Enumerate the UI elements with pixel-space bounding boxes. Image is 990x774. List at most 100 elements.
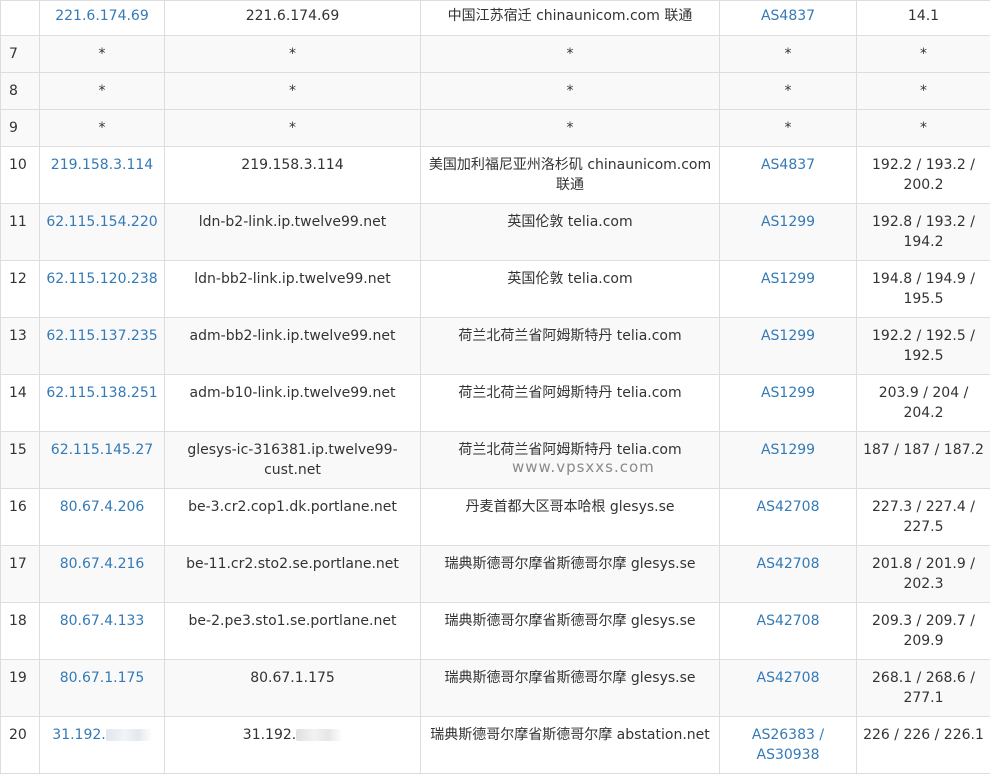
latency: 192.2 / 193.2 / 200.2: [857, 147, 990, 204]
asn-link[interactable]: AS1299: [720, 375, 857, 432]
latency: 194.8 / 194.9 / 195.5: [857, 261, 990, 318]
hostname: adm-bb2-link.ip.twelve99.net: [165, 318, 421, 375]
location: 荷兰北荷兰省阿姆斯特丹 telia.com: [421, 318, 720, 375]
ip-link[interactable]: 80.67.4.216: [40, 546, 165, 603]
asn-link: *: [720, 110, 857, 147]
hop-number: 19: [1, 660, 40, 717]
hostname: 80.67.1.175: [165, 660, 421, 717]
latency: 268.1 / 268.6 / 277.1: [857, 660, 990, 717]
table-row: 7 * * * * *: [1, 36, 990, 73]
hop-number: 14: [1, 375, 40, 432]
latency: 227.3 / 227.4 / 227.5: [857, 489, 990, 546]
latency: 187 / 187 / 187.2: [857, 432, 990, 489]
hostname: glesys-ic-316381.ip.twelve99-cust.net: [165, 432, 421, 489]
table-row: 18 80.67.4.133 be-2.pe3.sto1.se.portlane…: [1, 603, 990, 660]
asn-link[interactable]: AS1299: [720, 204, 857, 261]
asn-link[interactable]: AS1299: [720, 318, 857, 375]
hostname: 221.6.174.69: [165, 1, 421, 36]
hostname: be-2.pe3.sto1.se.portlane.net: [165, 603, 421, 660]
location: 英国伦敦 telia.com: [421, 204, 720, 261]
location: 瑞典斯德哥尔摩省斯德哥尔摩 glesys.se: [421, 546, 720, 603]
location: 瑞典斯德哥尔摩省斯德哥尔摩 glesys.se: [421, 603, 720, 660]
location: 荷兰北荷兰省阿姆斯特丹 telia.com: [421, 375, 720, 432]
location: *: [421, 73, 720, 110]
asn-link-secondary[interactable]: AS30938: [757, 747, 820, 763]
hostname: be-3.cr2.cop1.dk.portlane.net: [165, 489, 421, 546]
ip-link[interactable]: 62.115.138.251: [40, 375, 165, 432]
location: 瑞典斯德哥尔摩省斯德哥尔摩 glesys.se: [421, 660, 720, 717]
hop-number: 17: [1, 546, 40, 603]
table-row: 13 62.115.137.235 adm-bb2-link.ip.twelve…: [1, 318, 990, 375]
asn-link[interactable]: AS26383 / AS30938: [720, 717, 857, 774]
asn-link[interactable]: AS4837: [720, 147, 857, 204]
asn-link[interactable]: AS42708: [720, 660, 857, 717]
hostname: *: [165, 110, 421, 147]
hop-number: 16: [1, 489, 40, 546]
location: 丹麦首都大区哥本哈根 glesys.se: [421, 489, 720, 546]
table-row: 14 62.115.138.251 adm-b10-link.ip.twelve…: [1, 375, 990, 432]
hostname: *: [165, 73, 421, 110]
ip-link[interactable]: 221.6.174.69: [40, 1, 165, 36]
table-row: 20 31.192. 31.192. 瑞典斯德哥尔摩省斯德哥尔摩 abstati…: [1, 717, 990, 774]
hostname: 31.192.: [165, 717, 421, 774]
hostname: *: [165, 36, 421, 73]
location: 中国江苏宿迁 chinaunicom.com 联通: [421, 1, 720, 36]
location: *: [421, 110, 720, 147]
hop-number: 20: [1, 717, 40, 774]
asn-link[interactable]: AS42708: [720, 489, 857, 546]
ip-link[interactable]: 62.115.145.27: [40, 432, 165, 489]
hop-number: 8: [1, 73, 40, 110]
traceroute-table: 221.6.174.69 221.6.174.69 中国江苏宿迁 chinaun…: [0, 0, 990, 774]
ip-link[interactable]: 62.115.120.238: [40, 261, 165, 318]
asn-link: *: [720, 73, 857, 110]
asn-link[interactable]: AS1299: [720, 261, 857, 318]
latency: 201.8 / 201.9 / 202.3: [857, 546, 990, 603]
latency: 14.1: [857, 1, 990, 36]
hop-number: 10: [1, 147, 40, 204]
table-row: 12 62.115.120.238 ldn-bb2-link.ip.twelve…: [1, 261, 990, 318]
ip-link: *: [40, 110, 165, 147]
ip-link[interactable]: 219.158.3.114: [40, 147, 165, 204]
latency: 203.9 / 204 / 204.2: [857, 375, 990, 432]
table-row: 8 * * * * *: [1, 73, 990, 110]
hop-number: 7: [1, 36, 40, 73]
hostname: be-11.cr2.sto2.se.portlane.net: [165, 546, 421, 603]
hostname: ldn-bb2-link.ip.twelve99.net: [165, 261, 421, 318]
redacted-blur: [106, 729, 152, 741]
hop-number: 11: [1, 204, 40, 261]
hop-number: 13: [1, 318, 40, 375]
location: 英国伦敦 telia.com: [421, 261, 720, 318]
ip-link[interactable]: 31.192.: [40, 717, 165, 774]
table-row: 17 80.67.4.216 be-11.cr2.sto2.se.portlan…: [1, 546, 990, 603]
asn-link[interactable]: AS4837: [720, 1, 857, 36]
table-row: 19 80.67.1.175 80.67.1.175 瑞典斯德哥尔摩省斯德哥尔摩…: [1, 660, 990, 717]
asn-link[interactable]: AS1299: [720, 432, 857, 489]
ip-link[interactable]: 80.67.4.206: [40, 489, 165, 546]
latency: 192.2 / 192.5 / 192.5: [857, 318, 990, 375]
asn-link[interactable]: AS42708: [720, 546, 857, 603]
ip-link[interactable]: 80.67.1.175: [40, 660, 165, 717]
latency: 192.8 / 193.2 / 194.2: [857, 204, 990, 261]
redacted-blur: [296, 729, 342, 741]
latency: *: [857, 36, 990, 73]
table-row: 9 * * * * *: [1, 110, 990, 147]
ip-link[interactable]: 62.115.137.235: [40, 318, 165, 375]
asn-link-primary[interactable]: AS26383 /: [752, 727, 824, 743]
asn-link[interactable]: AS42708: [720, 603, 857, 660]
hostname: 219.158.3.114: [165, 147, 421, 204]
hostname: ldn-b2-link.ip.twelve99.net: [165, 204, 421, 261]
location: 瑞典斯德哥尔摩省斯德哥尔摩 abstation.net: [421, 717, 720, 774]
location: 荷兰北荷兰省阿姆斯特丹 telia.com: [421, 432, 720, 489]
ip-link: *: [40, 73, 165, 110]
hop-number: [1, 1, 40, 36]
latency: *: [857, 73, 990, 110]
ip-link[interactable]: 62.115.154.220: [40, 204, 165, 261]
ip-link: *: [40, 36, 165, 73]
table-row: 11 62.115.154.220 ldn-b2-link.ip.twelve9…: [1, 204, 990, 261]
hop-number: 9: [1, 110, 40, 147]
latency: *: [857, 110, 990, 147]
location: *: [421, 36, 720, 73]
ip-link[interactable]: 80.67.4.133: [40, 603, 165, 660]
table-row: 221.6.174.69 221.6.174.69 中国江苏宿迁 chinaun…: [1, 1, 990, 36]
asn-link: *: [720, 36, 857, 73]
